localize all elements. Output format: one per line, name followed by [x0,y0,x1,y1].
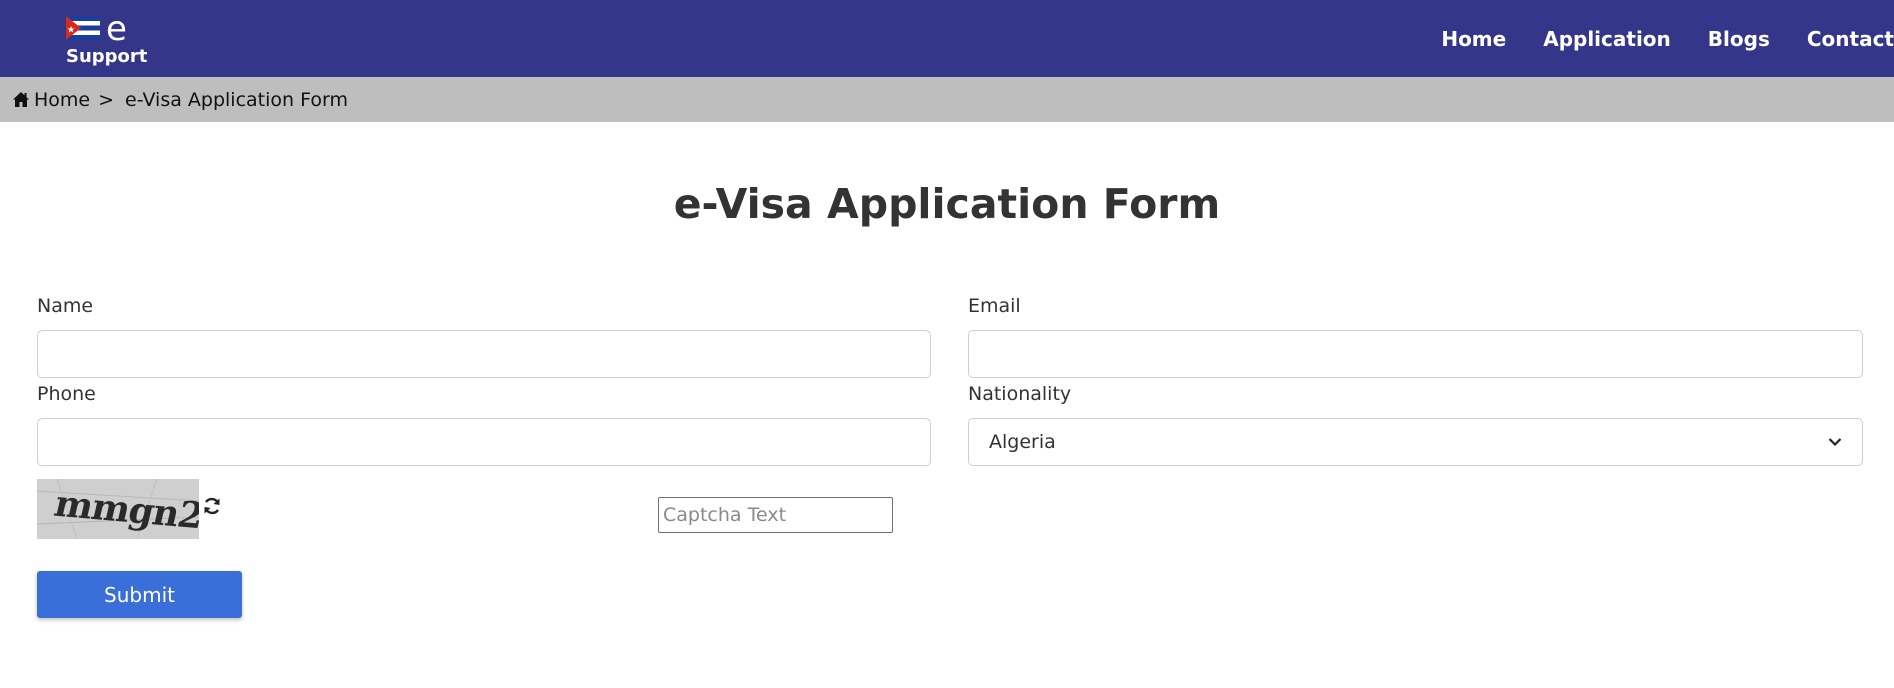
flag-icon [66,16,100,40]
email-input[interactable] [968,330,1863,378]
nationality-selected-value: Algeria [989,431,1056,453]
name-input[interactable] [37,330,931,378]
nationality-select[interactable]: Algeria [968,418,1863,466]
chevron-down-icon [1828,438,1842,447]
refresh-icon[interactable] [202,496,222,516]
nationality-label: Nationality [968,383,1072,405]
phone-input[interactable] [37,418,931,466]
home-icon [13,92,29,107]
name-label: Name [37,295,94,317]
nav-item-home[interactable]: Home [1441,27,1506,51]
site-logo[interactable]: e Support [66,8,156,70]
breadcrumb-current: e-Visa Application Form [125,88,348,111]
captcha-image: mmgn2 [37,479,199,539]
nav-item-contact[interactable]: Contact [1807,27,1894,51]
logo-subtitle: Support [66,46,148,67]
phone-label: Phone [37,383,96,405]
breadcrumb-separator: > [98,88,115,111]
nav-item-application[interactable]: Application [1543,27,1671,51]
breadcrumb-home-link[interactable]: Home [34,89,90,111]
logo-letter: e [106,9,127,49]
email-label: Email [968,295,1021,317]
main-nav: Home Application Blogs Contact [1404,0,1894,77]
nav-item-blogs[interactable]: Blogs [1708,27,1770,51]
top-navbar: e Support Home Application Blogs Contact [0,0,1894,77]
page-title: e-Visa Application Form [673,180,1221,228]
captcha-input[interactable] [658,497,893,533]
submit-button[interactable]: Submit [37,571,242,618]
breadcrumb: Home > e-Visa Application Form [0,77,1894,122]
